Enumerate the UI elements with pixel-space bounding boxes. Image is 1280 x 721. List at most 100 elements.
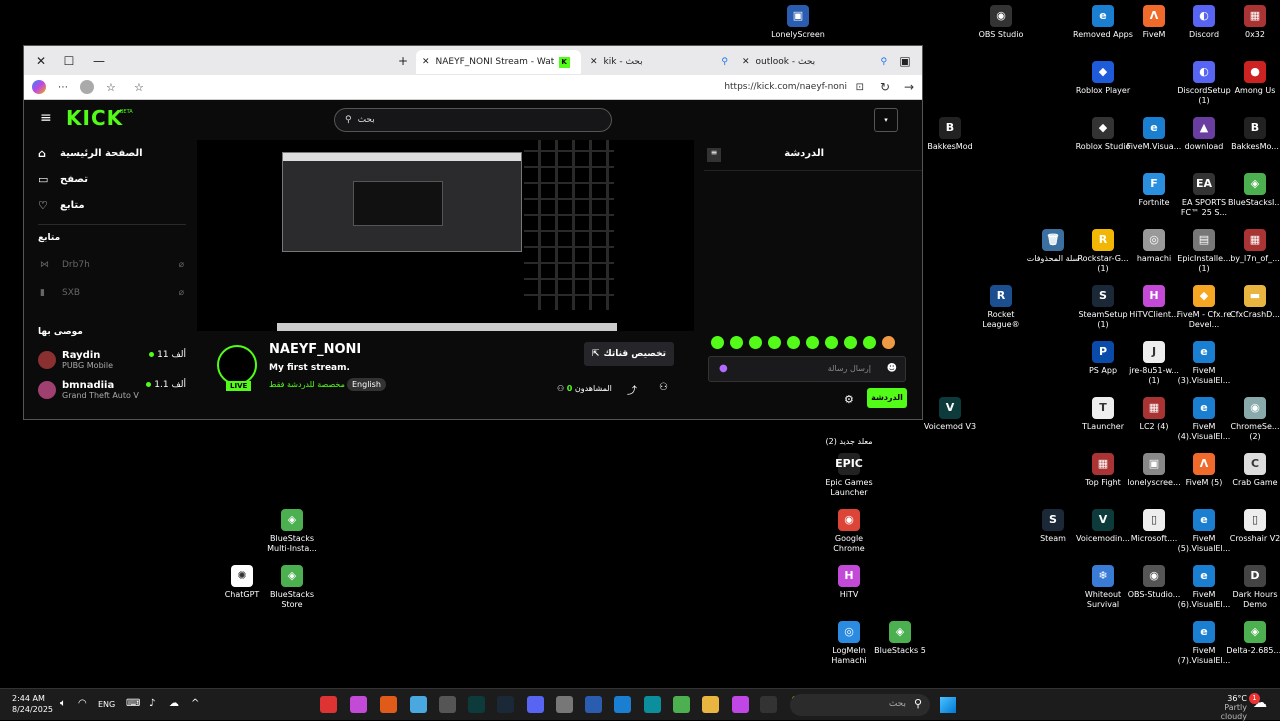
emote-icon[interactable] xyxy=(844,336,857,349)
emote-icon[interactable] xyxy=(749,336,762,349)
taskbar-app-icon[interactable] xyxy=(497,696,514,713)
desktop-icon[interactable]: V Voicemod V3 xyxy=(919,397,981,432)
copilot-icon[interactable] xyxy=(32,80,46,94)
desktop-icon[interactable]: D Dark Hours Demo xyxy=(1224,565,1280,610)
language-tag[interactable]: English xyxy=(347,378,386,391)
add-favorite-icon[interactable]: ☆ xyxy=(134,81,144,94)
taskbar-app-icon[interactable] xyxy=(556,696,573,713)
refresh-icon[interactable]: ↻ xyxy=(880,80,890,94)
tab-kick-stream[interactable]: ✕ NAEYF_NONI Stream - Watch Live K xyxy=(416,50,581,74)
emote-icon[interactable] xyxy=(882,336,895,349)
tab-outlook-search[interactable]: ✕ outlook - بحث ⚲ xyxy=(736,50,896,74)
desktop-icon[interactable]: ▣ LonelyScreen xyxy=(767,5,829,40)
desktop-icon[interactable]: ▦ by_l7n_of_... xyxy=(1224,229,1280,264)
sidebar-item-browse[interactable]: ▭ تصفح xyxy=(24,166,194,192)
clock[interactable]: 2:44 AM 8/24/2025 xyxy=(12,693,53,715)
taskbar-app-icon[interactable] xyxy=(320,696,337,713)
taskbar-app-icon[interactable] xyxy=(410,696,427,713)
url-field[interactable]: https://kick.com/naeyf-noni xyxy=(724,82,847,92)
channel-avatar[interactable] xyxy=(217,345,257,385)
tab-actions-icon[interactable]: ▣ xyxy=(890,54,920,68)
more-icon[interactable]: ⋯ xyxy=(58,82,68,93)
emote-icon[interactable] xyxy=(806,336,819,349)
desktop-icon[interactable]: ◈ BlueStacks Store xyxy=(261,565,323,610)
emote-icon[interactable] xyxy=(711,336,724,349)
taskbar-app-icon[interactable] xyxy=(350,696,367,713)
mic-icon[interactable]: ♪ xyxy=(149,698,155,709)
kick-logo[interactable]: KICK xyxy=(66,106,123,130)
mic-icon[interactable]: ● xyxy=(719,363,728,374)
follow-icon[interactable]: ⚇ xyxy=(659,382,668,393)
desktop-icon[interactable]: ◈ Delta-2.685.... xyxy=(1224,621,1280,656)
share-icon[interactable]: ⤴ xyxy=(627,382,637,397)
desktop-icon[interactable]: ◈ BlueStacks 5 xyxy=(869,621,931,656)
following-item[interactable]: ▮ SXB ⌀ xyxy=(24,279,194,307)
taskbar-app-icon[interactable] xyxy=(614,696,631,713)
emote-icon[interactable] xyxy=(730,336,743,349)
menu-icon[interactable]: ≡ xyxy=(40,110,52,126)
chat-send-button[interactable]: الدردشة xyxy=(867,388,907,408)
desktop-icon[interactable]: ● Among Us xyxy=(1224,61,1280,96)
close-window-icon[interactable]: ✕ xyxy=(26,54,56,68)
emote-icon[interactable] xyxy=(863,336,876,349)
forward-icon[interactable]: → xyxy=(904,80,914,94)
maximize-icon[interactable]: ☐ xyxy=(54,54,84,68)
taskbar-search[interactable]: بحث ⚲ xyxy=(790,694,930,716)
emote-icon[interactable] xyxy=(787,336,800,349)
video-player[interactable] xyxy=(197,140,694,331)
desktop-icon[interactable]: ◈ BlueStacksI... xyxy=(1224,173,1280,208)
close-tab-icon[interactable]: ✕ xyxy=(422,57,430,67)
new-tab-icon[interactable]: + xyxy=(388,54,418,68)
keyboard-icon[interactable]: ⌨ xyxy=(126,698,140,709)
chevron-up-icon[interactable]: ^ xyxy=(191,698,199,709)
desktop-icon[interactable]: ▦ 0x32 xyxy=(1224,5,1280,40)
sidebar-item-following[interactable]: ♡ متابع xyxy=(24,192,194,218)
desktop-icon[interactable]: C Crab Game xyxy=(1224,453,1280,488)
following-item[interactable]: ⋈ Drb7h ⌀ xyxy=(24,251,194,279)
desktop-icon[interactable]: ◉ OBS Studio xyxy=(970,5,1032,40)
desktop-icon[interactable]: ◆ Roblox Player xyxy=(1072,61,1134,96)
chat-input[interactable]: ● إرسال رسالة ☻ xyxy=(708,356,906,382)
start-icon[interactable] xyxy=(940,697,956,713)
taskbar-app-icon[interactable] xyxy=(673,696,690,713)
emoji-icon[interactable]: ☻ xyxy=(887,363,897,374)
search-input[interactable]: ⚲ بحث xyxy=(334,108,612,132)
emote-icon[interactable] xyxy=(768,336,781,349)
channel-name[interactable]: NAEYF_NONI xyxy=(269,342,361,357)
customize-channel-button[interactable]: ⇱ تخصيص قناتك xyxy=(583,342,674,366)
weather-widget[interactable]: 36°C Partly cloudy xyxy=(1197,694,1247,721)
desktop-icon[interactable]: B BakkesMod xyxy=(919,117,981,152)
desktop-icon[interactable]: R Rocket League® xyxy=(970,285,1032,330)
volume-icon[interactable]: 🔈︎ xyxy=(60,698,66,709)
taskbar-app-icon[interactable] xyxy=(644,696,661,713)
taskbar-app-icon[interactable] xyxy=(732,696,749,713)
taskbar-app-icon[interactable] xyxy=(439,696,456,713)
recommended-item[interactable]: Raydin PUBG Mobile 11 ألف xyxy=(24,345,194,375)
close-tab-icon[interactable]: ✕ xyxy=(742,57,750,67)
cloud-icon[interactable]: ☁ xyxy=(169,698,179,709)
close-tab-icon[interactable]: ✕ xyxy=(590,57,598,67)
collapse-chat-icon[interactable]: ≡ xyxy=(707,148,721,162)
desktop-icon[interactable]: ◉ ChromeSe... (2) xyxy=(1224,397,1280,442)
taskbar-app-icon[interactable] xyxy=(380,696,397,713)
taskbar-app-icon[interactable] xyxy=(527,696,544,713)
language-indicator[interactable]: ENG xyxy=(98,700,115,709)
desktop-icon[interactable]: B BakkesMo... xyxy=(1224,117,1280,152)
desktop-icon[interactable]: H HiTV xyxy=(818,565,880,600)
profile-avatar[interactable] xyxy=(80,80,94,94)
desktop-icon[interactable]: e FiveM (3).VisualEl... xyxy=(1173,341,1235,386)
category-tag[interactable]: مخصصة للدردشة فقط xyxy=(269,380,345,389)
favorites-icon[interactable]: ☆ xyxy=(106,81,116,94)
taskbar-app-icon[interactable] xyxy=(760,696,777,713)
recommended-item[interactable]: bmnadiia Grand Theft Auto V 1.1 ألف xyxy=(24,375,194,405)
desktop-icon[interactable]: ▬ CfxCrashD... xyxy=(1224,285,1280,320)
wifi-icon[interactable]: ◠ xyxy=(78,698,87,709)
taskbar-app-icon[interactable] xyxy=(468,696,485,713)
desktop-icon[interactable]: ▯ Crosshair V2 xyxy=(1224,509,1280,544)
settings-icon[interactable]: ⚙ xyxy=(844,393,854,406)
taskbar-app-icon[interactable] xyxy=(702,696,719,713)
minimize-icon[interactable]: — xyxy=(84,54,114,68)
tab-kik-search[interactable]: ✕ kik - بحث ⚲ xyxy=(584,50,734,74)
taskbar-app-icon[interactable] xyxy=(585,696,602,713)
desktop-icon[interactable]: EPIC Epic Games Launcher xyxy=(818,453,880,498)
